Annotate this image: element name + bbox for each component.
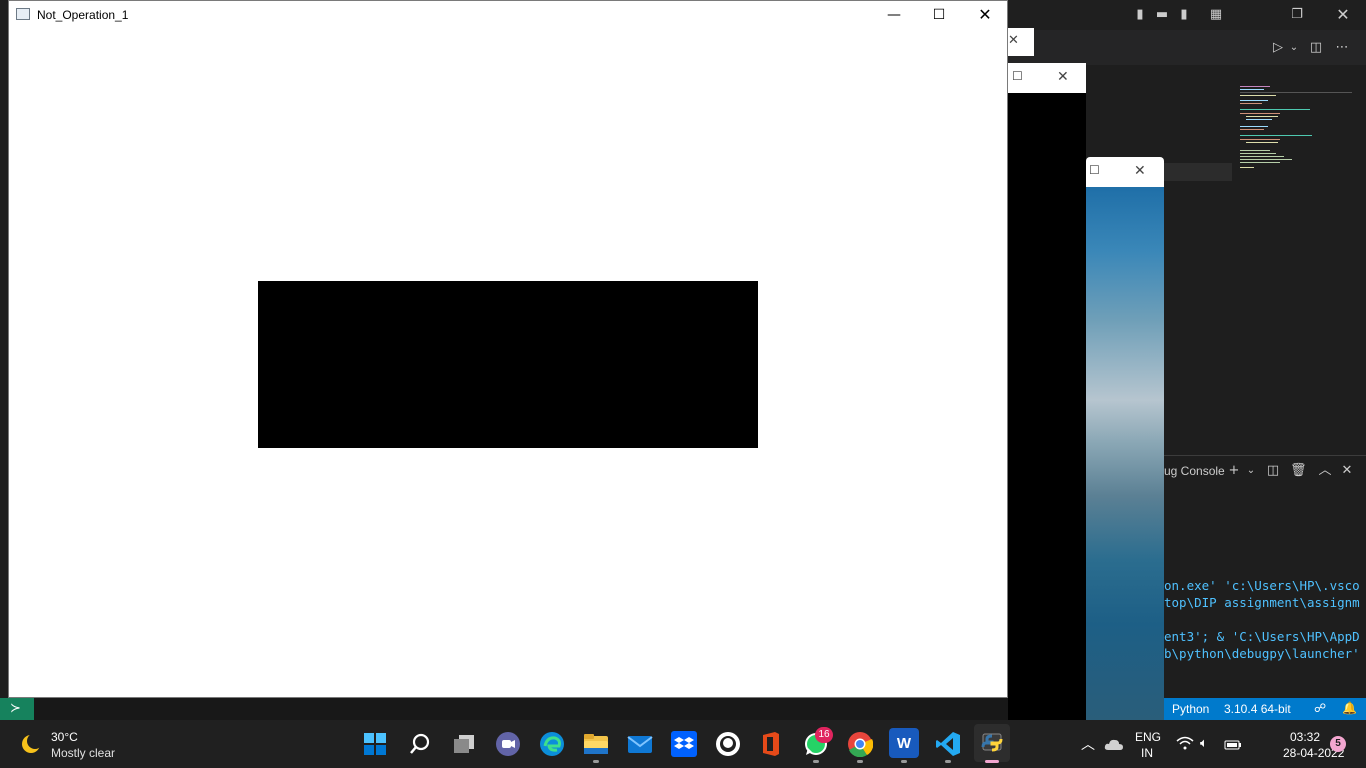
input-language[interactable]: ENG (1135, 730, 1161, 744)
terminal-line: b\python\debugpy\launcher' (1164, 646, 1360, 661)
remote-indicator[interactable]: ≻ (0, 698, 34, 720)
close-panel-icon[interactable]: ✕ (1339, 463, 1355, 479)
task-view-button[interactable] (451, 732, 477, 756)
dropbox-icon (671, 731, 697, 757)
wifi-icon[interactable] (1176, 736, 1194, 753)
edge-icon (540, 732, 564, 756)
chrome-button[interactable] (847, 731, 874, 758)
terminal-panel[interactable] (1164, 455, 1366, 699)
terminal-line: top\DIP assignment\assignm (1164, 595, 1360, 610)
close-icon[interactable]: ✕ (1057, 68, 1069, 85)
vscode-button[interactable] (935, 731, 961, 757)
github-icon (716, 732, 740, 756)
whatsapp-badge: 16 (815, 727, 833, 743)
battery-icon[interactable] (1224, 738, 1242, 750)
toggle-secondary-sidebar-icon[interactable]: ▮ (1176, 7, 1192, 23)
trash-icon[interactable]: 🗑 (1290, 463, 1307, 479)
search-icon (410, 733, 430, 754)
restore-window-icon[interactable]: ❐ (1289, 7, 1305, 23)
close-icon[interactable]: ✕ (1134, 162, 1146, 179)
image-window-2-canvas (1008, 93, 1086, 720)
mail-button[interactable] (627, 731, 653, 757)
office-button[interactable] (759, 731, 783, 757)
chevron-down-icon[interactable]: ⌄ (1243, 463, 1259, 479)
window-app-icon[interactable] (16, 8, 30, 20)
split-terminal-icon[interactable]: ◫ (1265, 463, 1281, 479)
close-window-icon[interactable]: ✕ (1335, 7, 1351, 23)
weather-description[interactable]: Mostly clear (51, 746, 115, 760)
vscode-icon (936, 732, 960, 756)
minimap[interactable] (1236, 82, 1352, 182)
maximize-icon[interactable]: ☐ (1089, 163, 1100, 177)
status-bar: Python 3.10.4 64-bit ☍ 🔔 (1164, 698, 1366, 720)
background-window-tab[interactable]: ✕ (1008, 28, 1034, 56)
weather-moon-icon[interactable] (20, 733, 43, 755)
running-indicator (901, 760, 907, 763)
start-button[interactable] (363, 732, 387, 756)
windows-logo-icon (364, 733, 386, 755)
new-terminal-icon[interactable]: + (1226, 463, 1242, 479)
customize-layout-icon[interactable]: ▦ (1208, 7, 1224, 23)
terminal-line: on.exe' 'c:\Users\HP\.vsco (1164, 578, 1360, 593)
folder-icon (584, 734, 608, 754)
input-region[interactable]: IN (1141, 746, 1153, 760)
mail-icon (627, 736, 653, 753)
chat-icon (496, 732, 520, 756)
close-button[interactable]: ✕ (962, 0, 1008, 30)
close-icon[interactable]: ✕ (1008, 32, 1019, 48)
python-icon (981, 733, 1003, 752)
image-window-3-photo (1086, 187, 1164, 720)
edge-button[interactable] (539, 731, 565, 757)
chrome-icon (848, 732, 874, 758)
onedrive-cloud-icon[interactable] (1104, 737, 1124, 751)
running-indicator (593, 760, 599, 763)
clock-time[interactable]: 03:32 (1290, 730, 1320, 744)
image-window-2-titlebar[interactable]: ☐ ✕ (1008, 63, 1086, 93)
teams-chat-button[interactable] (495, 731, 521, 757)
file-explorer-button[interactable] (583, 731, 609, 757)
word-button[interactable]: W (889, 728, 919, 758)
weather-temperature[interactable]: 30°C (51, 730, 78, 744)
status-language[interactable]: Python (1172, 702, 1209, 716)
vscode-titlebar: ▮ ▬ ▮ ▦ ❐ ✕ (1008, 0, 1366, 30)
volume-icon[interactable]: 🔈︎ (1200, 735, 1208, 751)
running-indicator (945, 760, 951, 763)
split-editor-icon[interactable]: ◫ (1308, 40, 1324, 56)
notifications-bell-icon[interactable]: 🔔 (1342, 701, 1357, 715)
toggle-panel-icon[interactable]: ▬ (1154, 7, 1170, 23)
chevron-down-icon[interactable]: ⌄ (1286, 40, 1302, 56)
maximize-button[interactable]: ☐ (916, 0, 962, 30)
maximize-icon[interactable]: ☐ (1012, 69, 1023, 83)
dropbox-button[interactable] (671, 731, 697, 757)
window-title: Not_Operation_1 (37, 8, 129, 22)
run-icon[interactable]: ▷ (1270, 40, 1286, 56)
notification-center-badge[interactable]: 5 (1330, 736, 1346, 752)
running-indicator (857, 760, 863, 763)
show-hidden-icons-chevron-icon[interactable]: ︿ (1081, 734, 1095, 754)
feedback-icon[interactable]: ☍ (1314, 701, 1326, 715)
panel-tab-debug-console[interactable]: ug Console (1164, 464, 1225, 478)
minimize-button[interactable]: — (871, 0, 917, 30)
maximize-panel-icon[interactable]: ︿ (1317, 463, 1333, 479)
office-icon (763, 732, 779, 756)
image-content-black-rectangle (258, 281, 758, 448)
toggle-primary-sidebar-icon[interactable]: ▮ (1132, 7, 1148, 23)
remote-icon: ≻ (10, 700, 21, 715)
image-window-3-titlebar[interactable]: ☐ ✕ (1086, 157, 1164, 187)
running-indicator (813, 760, 819, 763)
task-view-icon (454, 735, 474, 753)
status-bar-left-area (0, 698, 1164, 720)
python-button[interactable] (974, 724, 1010, 762)
active-indicator (985, 760, 999, 763)
vscode-tab-bar: ▷ ⌄ ◫ ⋯ (1008, 30, 1366, 65)
more-actions-icon[interactable]: ⋯ (1334, 40, 1350, 56)
status-interpreter[interactable]: 3.10.4 64-bit (1224, 702, 1291, 716)
terminal-line: ent3'; & 'C:\Users\HP\AppD (1164, 629, 1360, 644)
github-button[interactable] (715, 731, 741, 757)
search-button[interactable] (408, 732, 432, 756)
